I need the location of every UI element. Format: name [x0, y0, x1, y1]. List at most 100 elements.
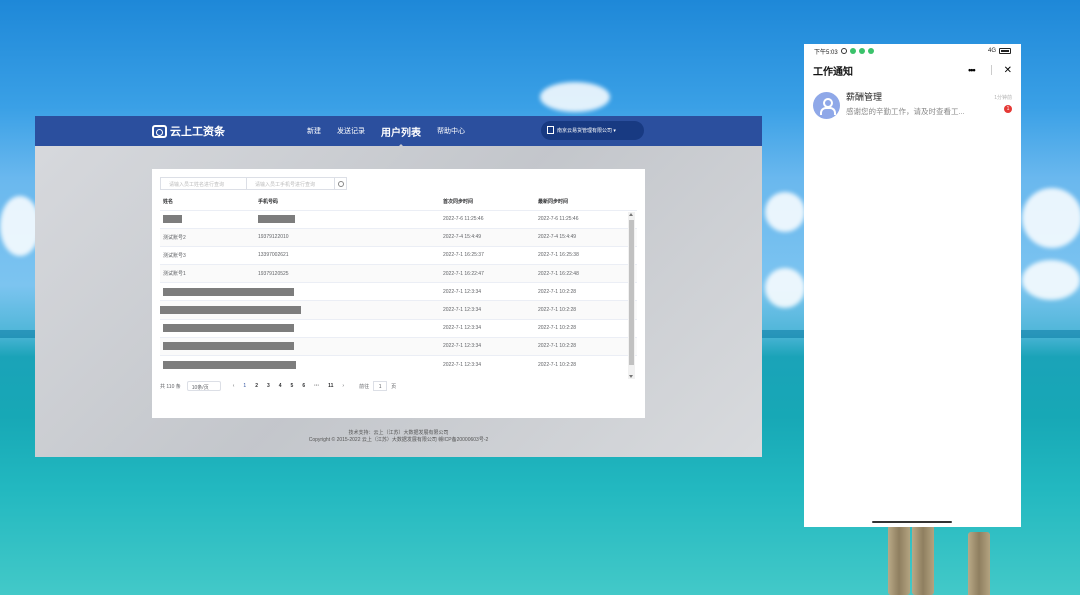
page-button[interactable]: 4 [279, 383, 282, 389]
cell-redacted [160, 300, 440, 320]
unread-badge: 1 [1004, 105, 1012, 113]
table-row[interactable]: 2022-7-1 12:3:34 2022-7-1 10:2:28 [160, 300, 637, 320]
status-time: 下午5:03 [814, 49, 838, 56]
page-button[interactable]: 3 [267, 383, 270, 389]
page-button[interactable]: 2 [255, 383, 258, 389]
redacted-block [163, 215, 182, 224]
table-row[interactable]: 测试账号2 19379122010 2022-7-4 15:4:49 2022-… [160, 227, 637, 247]
notification-icon [840, 48, 847, 54]
more-icon[interactable]: ••• [968, 65, 976, 75]
pier-post [968, 532, 990, 595]
cell-first-sync: 2022-7-1 12:3:34 [440, 318, 535, 338]
phone-search-input[interactable]: 请输入员工手机号进行查询 [247, 177, 335, 190]
name-search-input[interactable]: 请输入员工姓名进行查询 [160, 177, 247, 190]
cell-last-sync: 2022-7-1 10:2:28 [535, 282, 637, 301]
scroll-up-icon[interactable] [629, 213, 633, 216]
user-avatar-icon [813, 92, 840, 119]
cell-first-sync: 2022-7-4 15:4:49 [440, 227, 535, 247]
cell-last-sync: 2022-7-1 10:2:28 [535, 318, 637, 338]
cell-name: 测试账号1 [160, 264, 255, 283]
footer-copyright: Copyright © 2015-2022 云上（江苏）大数据发展有限公司 赣I… [308, 437, 489, 443]
cell-last-sync: 2022-7-1 16:25:38 [535, 245, 637, 265]
page-button[interactable]: 5 [291, 383, 294, 389]
nav-send-records[interactable]: 发送记录 [337, 126, 365, 136]
app-logo[interactable]: 云上工资条 [152, 123, 225, 139]
scroll-thumb[interactable] [629, 220, 634, 365]
redacted-block [160, 306, 301, 315]
close-icon[interactable]: ✕ [1004, 65, 1012, 76]
next-page-button[interactable]: › [342, 383, 344, 389]
col-name[interactable]: 姓名 [160, 193, 255, 210]
notification-item[interactable]: 薪酬管理 感谢您的辛勤工作，请及时查看工... 1分钟前 1 [804, 90, 1021, 126]
phone-screen: 下午5:03 4G 工作通知 ••• ✕ 薪酬管理 感谢您的辛勤工作，请及时查看… [804, 44, 1021, 527]
page-button[interactable]: 11 [328, 383, 333, 389]
cell-phone: 13397002621 [255, 245, 440, 265]
goto-page-input[interactable]: 1 [373, 381, 388, 391]
scroll-down-icon[interactable] [629, 375, 633, 378]
col-last-sync[interactable]: 最新同步时间 [535, 193, 637, 210]
nav-user-list[interactable]: 用户列表 [381, 124, 421, 148]
cell-first-sync: 2022-7-1 12:3:34 [440, 282, 535, 301]
logo-icon [152, 124, 167, 138]
table-row[interactable]: 2022-7-1 12:3:34 2022-7-1 10:2:28 [160, 318, 637, 338]
status-right: 4G [988, 48, 1011, 54]
top-navbar: 云上工资条 新建 发送记录 用户列表 帮助中心 南京云易货管理有限公司 ▾ [35, 116, 762, 148]
nav-new[interactable]: 新建 [307, 126, 321, 136]
app-icon [849, 48, 856, 54]
cloud [0, 196, 40, 256]
col-first-sync[interactable]: 首次同步时间 [440, 193, 535, 210]
search-icon[interactable] [335, 177, 347, 190]
cell-first-sync: 2022-7-1 16:25:37 [440, 245, 535, 265]
pier-post [912, 525, 934, 595]
cell-phone: 19379122010 [255, 227, 440, 247]
notification-header: 工作通知 ••• ✕ [804, 58, 1021, 82]
cell-phone: 19379120525 [255, 264, 440, 283]
cell-first-sync: 2022-7-1 12:3:34 [440, 300, 535, 320]
nav-help-center[interactable]: 帮助中心 [437, 126, 465, 136]
page-footer: 技术支持：云上（江苏）大数据发展有限公司 Copyright © 2015-20… [35, 430, 762, 444]
footer-support: 技术支持：云上（江苏）大数据发展有限公司 [348, 430, 449, 436]
cell-last-sync: 2022-7-1 10:2:28 [535, 354, 637, 374]
page-button[interactable]: 1 [243, 383, 246, 389]
table-row[interactable]: 2022-7-6 11:25:46 2022-7-6 11:25:46 [160, 209, 637, 229]
col-phone[interactable]: 手机号码 [255, 193, 440, 210]
cell-last-sync: 2022-7-1 10:2:28 [535, 300, 637, 320]
page-button[interactable]: 6 [302, 383, 305, 389]
building-icon [547, 126, 554, 134]
page-ellipsis[interactable]: ··· [314, 383, 319, 389]
cell-first-sync: 2022-7-1 12:3:34 [440, 354, 535, 374]
cell-redacted [160, 282, 440, 301]
prev-page-button[interactable]: ‹ [233, 383, 235, 389]
home-indicator[interactable] [872, 521, 952, 523]
table-row[interactable]: 测试账号1 19379120525 2022-7-1 16:22:47 2022… [160, 264, 637, 283]
page-size-select[interactable]: 10条/页 [186, 381, 221, 391]
cell-name: 测试账号2 [160, 227, 255, 247]
table-row[interactable]: 2022-7-1 12:3:34 2022-7-1 10:2:28 [160, 336, 637, 356]
cell-first-sync: 2022-7-1 12:3:34 [440, 336, 535, 356]
main-nav: 新建 发送记录 用户列表 帮助中心 [307, 116, 481, 148]
table-row[interactable]: 2022-7-1 12:3:34 2022-7-1 10:2:28 [160, 354, 637, 374]
page-title: 工作通知 [813, 66, 853, 78]
notification-time: 1分钟前 [994, 95, 1012, 101]
battery-icon [999, 48, 1011, 54]
cloud [1022, 260, 1080, 300]
app-icon [867, 48, 874, 54]
user-list-panel: 请输入员工姓名进行查询 请输入员工手机号进行查询 姓名 手机号码 首次同步时间 … [152, 169, 645, 418]
table-scrollbar[interactable] [628, 212, 635, 379]
cloud [765, 192, 805, 232]
cloud [540, 82, 610, 112]
pier-post [888, 525, 910, 595]
cloud [765, 268, 805, 308]
redacted-block [163, 287, 294, 296]
redacted-block [163, 324, 294, 333]
table-row[interactable]: 测试账号3 13397002621 2022-7-1 16:25:37 2022… [160, 245, 637, 265]
redacted-block [163, 360, 296, 369]
table-row[interactable]: 2022-7-1 12:3:34 2022-7-1 10:2:28 [160, 282, 637, 301]
redacted-block [258, 215, 295, 224]
cell-last-sync: 2022-7-6 11:25:46 [535, 209, 637, 229]
notification-message: 感谢您的辛勤工作，请及时查看工... [846, 107, 965, 116]
goto-suffix: 页 [391, 383, 397, 390]
logo-text: 云上工资条 [170, 126, 225, 138]
org-switcher[interactable]: 南京云易货管理有限公司 ▾ [541, 121, 644, 140]
network-label: 4G [987, 48, 996, 54]
